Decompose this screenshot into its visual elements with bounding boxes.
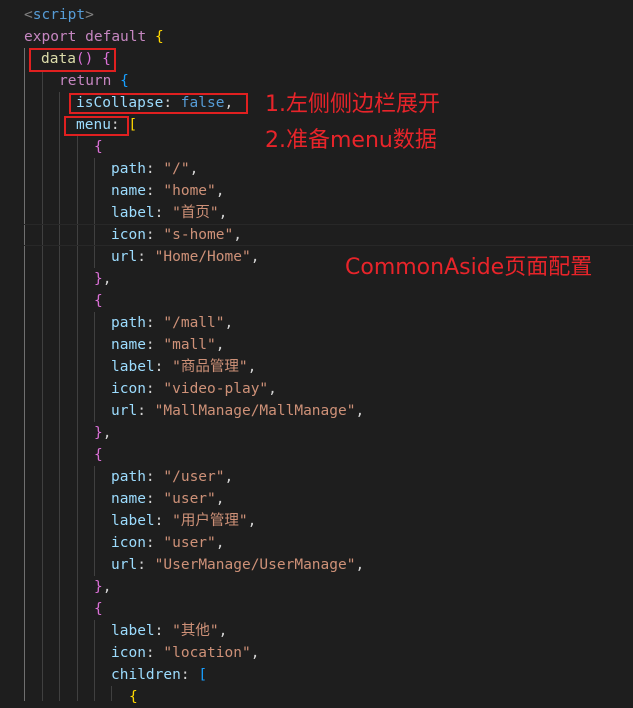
indent-guide (94, 620, 95, 701)
code-line-icon: icon: "s-home", (111, 227, 242, 243)
code-line-export: export default { (24, 29, 164, 45)
code-line-icon: icon: "user", (111, 535, 225, 551)
code-line-name: name: "user", (111, 491, 225, 507)
code-line-label: label: "用户管理", (111, 513, 257, 529)
code-line-label: label: "首页", (111, 205, 228, 221)
indent-guide (77, 136, 78, 701)
code-line-children: children: [ (111, 667, 208, 683)
code-line-url: url: "UserManage/UserManage", (111, 557, 365, 573)
code-line-brace-open: { (94, 447, 103, 463)
code-line-brace-open: { (129, 689, 138, 705)
indent-guide (94, 466, 95, 576)
annotation-sidebar-expand: 1.左侧侧边栏展开 (265, 92, 440, 117)
code-line-brace-open: { (94, 293, 103, 309)
indent-guide (111, 686, 112, 701)
indent-guide (59, 92, 60, 701)
indent-guide (42, 70, 43, 701)
code-line-path: path: "/mall", (111, 315, 234, 331)
code-line-label: label: "其他", (111, 623, 228, 639)
code-line-script-tag: <script> (24, 7, 94, 23)
indent-guide (94, 158, 95, 268)
code-line-url: url: "MallManage/MallManage", (111, 403, 365, 419)
code-line-icon: icon: "video-play", (111, 381, 277, 397)
highlight-box-data (29, 48, 116, 72)
code-line-name: name: "mall", (111, 337, 225, 353)
highlight-box-menu (64, 116, 129, 136)
code-line-url: url: "Home/Home", (111, 249, 260, 265)
code-line-brace-close: }, (94, 271, 112, 287)
code-line-label: label: "商品管理", (111, 359, 257, 375)
code-editor[interactable]: <script> export default { data() { retur… (0, 0, 633, 705)
annotation-commonaside-config: CommonAside页面配置 (345, 255, 593, 280)
code-line-return: return { (59, 73, 129, 89)
code-line-path: path: "/", (111, 161, 199, 177)
highlight-box-iscollapse (69, 93, 248, 114)
code-line-brace-close: }, (94, 425, 112, 441)
annotation-menu-data: 2.准备menu数据 (265, 128, 437, 153)
indent-guide (24, 48, 25, 701)
code-line-icon: icon: "location", (111, 645, 260, 661)
code-line-brace-open: { (94, 601, 103, 617)
code-line-path: path: "/user", (111, 469, 234, 485)
indent-guide (94, 312, 95, 422)
code-line-brace-close: }, (94, 579, 112, 595)
code-line-brace-open: { (94, 139, 103, 155)
code-line-name: name: "home", (111, 183, 225, 199)
